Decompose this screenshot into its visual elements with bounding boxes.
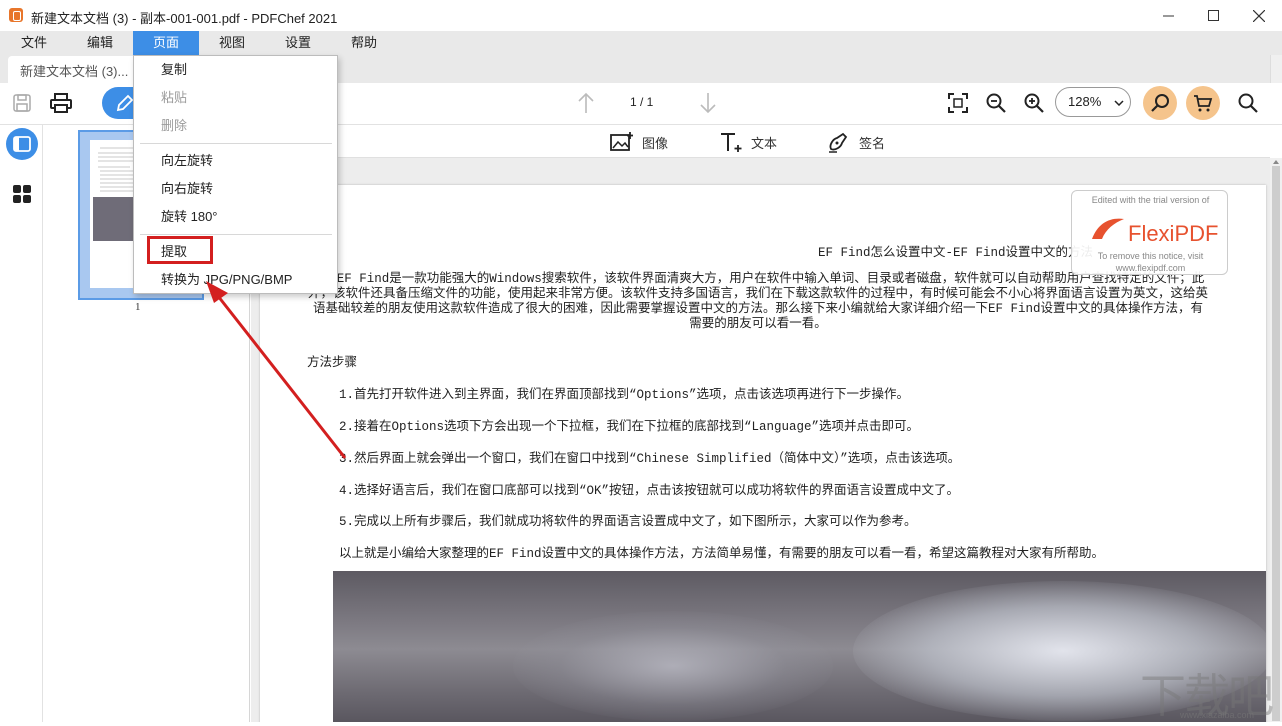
zoom-value: 128% (1068, 94, 1102, 109)
menu-rotate-right[interactable]: 向右旋转 (134, 175, 337, 203)
left-icon-rail (0, 125, 43, 722)
menu-page[interactable]: 页面 (133, 31, 199, 55)
text-tool-icon (721, 133, 742, 152)
menu-edit[interactable]: 编辑 (76, 31, 124, 55)
watermark-brand: FlexiPDF (1128, 221, 1219, 246)
sidebar-panel-icon (13, 136, 31, 152)
menu-convert-image[interactable]: 转换为 JPG/PNG/BMP (134, 266, 337, 294)
text-tool-label: 文本 (751, 135, 778, 151)
menu-copy[interactable]: 复制 (134, 56, 337, 84)
signature-pen-icon (829, 132, 848, 153)
watermark-url: www.flexipdf.com (1115, 263, 1186, 273)
step-1: 1.首先打开软件进入到主界面，我们在界面顶部找到“Options”选项，点击该选… (339, 388, 910, 402)
photo-cloud (513, 611, 833, 721)
save-button[interactable] (10, 91, 34, 115)
print-button[interactable] (48, 91, 74, 115)
arrow-up-icon (578, 92, 594, 113)
search-replace-button[interactable] (1143, 86, 1177, 120)
printer-icon (50, 93, 72, 113)
steps-heading: 方法步骤 (307, 356, 358, 370)
flexipdf-logo-icon (1092, 218, 1124, 239)
cart-button[interactable] (1186, 86, 1220, 120)
scroll-up-arrow-icon (1273, 160, 1279, 164)
menu-paste[interactable]: 粘贴 (134, 84, 337, 112)
step-2: 2.接着在Options选项下方会出现一个下拉框，我们在下拉框的底部找到“Lan… (339, 420, 920, 434)
site-watermark-url: www.xiazaiba.com (1180, 710, 1255, 720)
signature-tool-label: 签名 (859, 135, 886, 151)
image-tool-label: 图像 (642, 135, 669, 151)
watermark-notice: To remove this notice, visit (1097, 251, 1204, 261)
step-5: 5.完成以上所有步骤后，我们就成功将软件的界面语言设置成中文了，如下图所示，大家… (339, 515, 917, 529)
pdf-page: EF Find怎么设置中文-EF Find设置中文的方法 EF Find是一款功… (260, 185, 1266, 722)
search-icon (1238, 93, 1258, 113)
next-page-button[interactable] (697, 89, 719, 117)
menu-separator (140, 234, 332, 235)
minimize-icon (1162, 15, 1174, 17)
grid-icon (13, 185, 31, 203)
previous-page-button[interactable] (575, 89, 597, 117)
zoom-in-button[interactable] (1022, 91, 1046, 115)
menu-settings[interactable]: 设置 (274, 31, 322, 55)
document-viewport[interactable]: EF Find怎么设置中文-EF Find设置中文的方法 EF Find是一款功… (251, 158, 1270, 722)
zoom-dropdown[interactable]: 128% (1055, 87, 1131, 117)
chevron-down-icon (1114, 100, 1124, 106)
close-button[interactable] (1236, 0, 1282, 31)
menu-help[interactable]: 帮助 (340, 31, 388, 55)
pencil-icon (116, 94, 134, 112)
fit-screen-icon (948, 93, 968, 113)
menu-separator (140, 143, 332, 144)
cart-icon (1194, 95, 1213, 112)
menu-delete[interactable]: 删除 (134, 112, 337, 140)
summary: 以上就是小编给大家整理的EF Find设置中文的具体操作方法，方法简单易懂，有需… (339, 547, 1105, 561)
page-indicator: 1 / 1 (630, 95, 654, 109)
zoom-out-button[interactable] (984, 91, 1008, 115)
extract-highlight-box (147, 236, 213, 264)
image-icon (610, 132, 633, 151)
document-title: EF Find怎么设置中文-EF Find设置中文的方法 (818, 246, 1094, 260)
watermark-top-text: Edited with the trial version of (1091, 195, 1210, 205)
step-4: 4.选择好语言后，我们在窗口底部可以找到“OK”按钮，点击该按钮就可以成功将软件… (339, 484, 960, 498)
menu-view[interactable]: 视图 (208, 31, 256, 55)
document-photo (333, 571, 1266, 722)
zoom-out-icon (986, 93, 1006, 113)
add-image-tool[interactable]: 图像 (610, 129, 668, 155)
app-logo-icon (9, 8, 23, 22)
save-icon (13, 94, 31, 112)
minimize-button[interactable] (1145, 0, 1191, 31)
magnifier-icon (1151, 94, 1169, 112)
trial-watermark: Edited with the trial version of FlexiPD… (1071, 190, 1228, 275)
arrow-down-icon (700, 93, 716, 114)
zoom-in-icon (1024, 93, 1044, 113)
edit-subtoolbar: 图像 文本 签名 (250, 125, 1270, 158)
close-icon (1253, 9, 1265, 22)
maximize-icon (1207, 10, 1219, 21)
menu-bar: 文件 编辑 页面 视图 设置 帮助 (0, 31, 1282, 55)
grid-view-button[interactable] (11, 183, 33, 205)
add-text-tool[interactable]: 文本 (719, 129, 777, 155)
vertical-scrollbar[interactable] (1270, 158, 1282, 722)
document-intro: EF Find是一款功能强大的Windows搜索软件，该软件界面清爽大方，用户在… (307, 272, 1208, 331)
thumbnail-page-number: 1 (135, 301, 141, 313)
menu-file[interactable]: 文件 (10, 31, 58, 55)
title-bar: 新建文本文档 (3) - 副本-001-001.pdf - PDFChef 20… (0, 0, 1282, 31)
thumbnails-toggle-button[interactable] (6, 128, 38, 160)
scrollbar-thumb[interactable] (1272, 166, 1280, 721)
fit-page-button[interactable] (946, 91, 970, 115)
maximize-button[interactable] (1190, 0, 1236, 31)
signature-tool[interactable]: 签名 (827, 129, 885, 155)
window-title: 新建文本文档 (3) - 副本-001-001.pdf - PDFChef 20… (31, 11, 338, 26)
search-button[interactable] (1236, 91, 1260, 115)
menu-rotate-left[interactable]: 向左旋转 (134, 147, 337, 175)
step-3: 3.然后界面上就会弹出一个窗口，我们在窗口中找到“Chinese Simplif… (339, 452, 961, 466)
menu-rotate-180[interactable]: 旋转 180° (134, 203, 337, 231)
